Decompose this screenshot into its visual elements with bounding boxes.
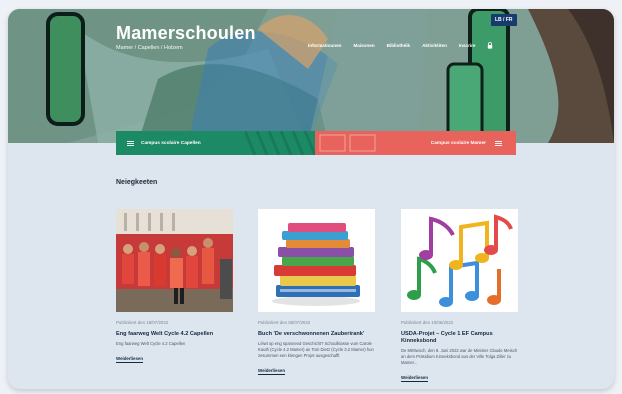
news-title[interactable]: USDA-Projet – Cycle 1 EF Campus Kinneksb… (401, 331, 521, 345)
menu-icon (127, 140, 134, 146)
nav-item-bibliotheik[interactable]: Bibliothéik (387, 43, 410, 48)
read-more-link[interactable]: Weiderliesen (258, 368, 286, 376)
news-image-music[interactable] (401, 209, 518, 312)
news-card: Publizéiert den 05/07/2022 Buch 'De vers… (258, 209, 378, 377)
news-date: Publizéiert den 10/06/2022 (401, 320, 454, 325)
news-date: Publizéiert den 05/07/2022 (258, 320, 311, 325)
nav-item-aktiviteiten[interactable]: Aktivitéiten (422, 43, 447, 48)
theater-photo (116, 209, 233, 312)
site-subtitle: Mamer / Capellen / Holzem (116, 45, 183, 51)
news-title[interactable]: Buch 'De verschwonnenen Zauberirank' (258, 331, 378, 338)
campus-mamer-label: Campus scolaire Mamer (430, 140, 486, 146)
hero-artwork (8, 9, 614, 143)
campus-capellen-button[interactable]: Campus scolaire Capellen (116, 131, 315, 155)
read-more-link[interactable]: Weiderliesen (116, 356, 144, 364)
news-description: Léiwt op eng spannend Geschicht? Schoulk… (258, 341, 374, 359)
news-date: Publizéiert den 18/07/2022 (116, 320, 169, 325)
campus-switcher: Campus scolaire Capellen Campus scolaire… (116, 131, 516, 155)
campus-capellen-label: Campus scolaire Capellen (141, 140, 201, 146)
site-title: Mamerschoulen (116, 23, 256, 43)
news-card: Publizéiert den 10/06/2022 USDA-Projet –… (401, 209, 521, 384)
nav-item-informatiounen[interactable]: Informatiounen (308, 43, 341, 48)
nav-item-inscrire[interactable]: Inscrire (459, 43, 476, 48)
nav-item-maisonen[interactable]: Maisonen (353, 43, 374, 48)
news-title[interactable]: Eng faarweg Welt Cycle 4.2 Capellen (116, 331, 236, 338)
news-description: De Mëttwoch, den 8. Juni 2022 war de Min… (401, 348, 518, 366)
hero-banner: Mamerschoulen Mamer / Capellen / Holzem … (8, 9, 614, 143)
read-more-link[interactable]: Weiderliesen (401, 375, 429, 383)
news-image-theater[interactable] (116, 209, 233, 312)
books-illustration (258, 209, 375, 312)
browser-frame: Mamerschoulen Mamer / Capellen / Holzem … (8, 9, 614, 389)
pattern-decoration (318, 134, 376, 152)
news-card: Publizéiert den 18/07/2022 Eng faarweg W… (116, 209, 236, 365)
news-image-books[interactable] (258, 209, 375, 312)
news-description: Eng faarweg Welt Cycle 4.2 Capellen (116, 341, 186, 347)
pattern-decoration (244, 131, 315, 155)
news-heading: Neiegkeeten (116, 179, 158, 186)
music-notes-illustration (401, 209, 518, 312)
campus-mamer-button[interactable]: Campus scolaire Mamer (314, 131, 516, 155)
menu-icon (495, 140, 502, 146)
main-nav: Informatiounen Maisonen Bibliothéik Akti… (308, 42, 493, 49)
brand[interactable]: Mamerschoulen Mamer / Capellen / Holzem (116, 23, 256, 51)
language-toggle[interactable]: LB / FR (491, 14, 517, 26)
lock-icon[interactable] (487, 42, 493, 49)
